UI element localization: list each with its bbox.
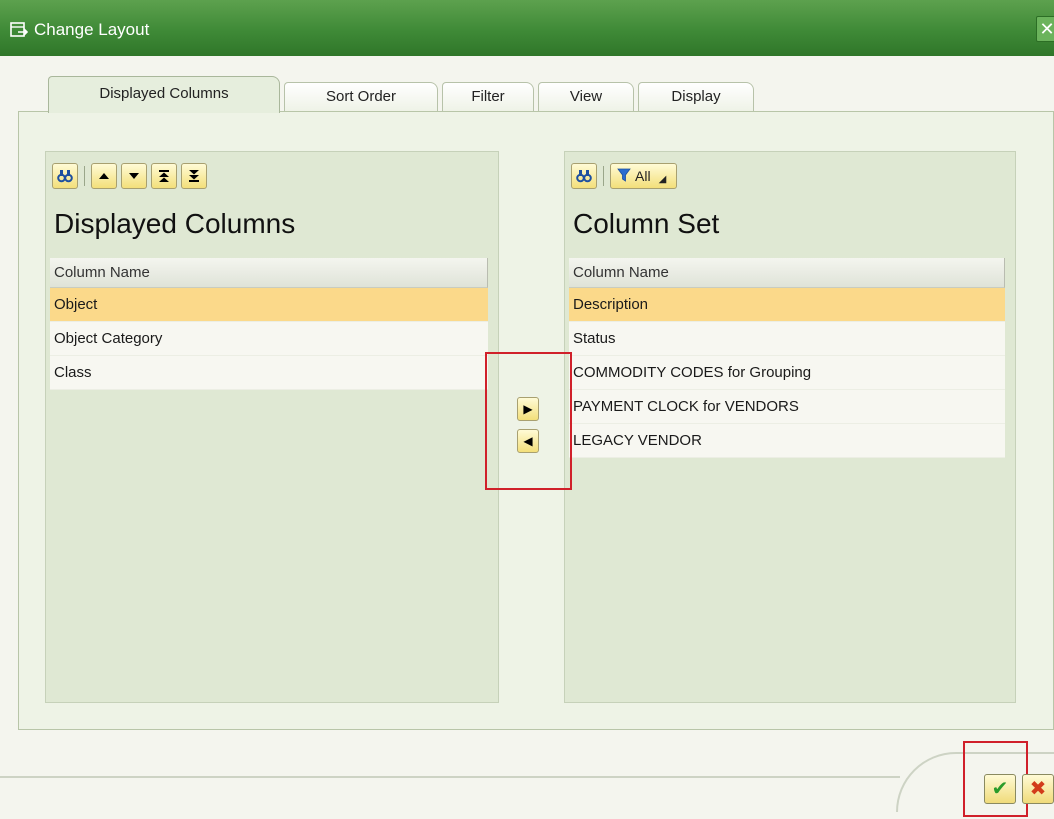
move-top-icon[interactable] — [151, 163, 177, 189]
column-name-header[interactable]: Column Name — [50, 258, 488, 288]
footer-divider — [0, 776, 900, 778]
title-bar: Change Layout ✕ — [0, 0, 1054, 56]
column-set-pane: All ◢ Column Set Column Name Description… — [564, 151, 1016, 703]
change-layout-icon — [10, 22, 29, 38]
list-item-description[interactable]: Description — [569, 288, 1005, 322]
right-toolbar: All ◢ — [571, 162, 678, 190]
tab-displayed-columns[interactable]: Displayed Columns — [48, 76, 280, 113]
toolbar-separator — [603, 166, 604, 186]
move-buttons-highlight — [485, 352, 572, 490]
list-item-payment-clock[interactable]: PAYMENT CLOCK for VENDORS — [569, 390, 1005, 424]
column-name-header[interactable]: Column Name — [569, 258, 1005, 288]
window-title: Change Layout — [34, 20, 150, 39]
tab-display[interactable]: Display — [638, 82, 754, 112]
remove-column-button[interactable]: ◀ — [517, 429, 539, 453]
filter-dropdown-button[interactable]: All ◢ — [610, 163, 678, 189]
displayed-columns-grid: Column Name Object Object Category Class — [50, 258, 488, 390]
column-set-grid: Column Name Description Status COMMODITY… — [569, 258, 1005, 458]
find-icon[interactable] — [571, 163, 597, 189]
list-item-status[interactable]: Status — [569, 322, 1005, 356]
move-up-icon[interactable] — [91, 163, 117, 189]
list-item-commodity-codes[interactable]: COMMODITY CODES for Grouping — [569, 356, 1005, 390]
add-column-button[interactable]: ▶ — [517, 397, 539, 421]
tab-filter[interactable]: Filter — [442, 82, 534, 112]
ok-button[interactable]: ✔ — [984, 774, 1016, 804]
tab-view[interactable]: View — [538, 82, 634, 112]
list-item-object-category[interactable]: Object Category — [50, 322, 488, 356]
cancel-button[interactable]: ✖ — [1022, 774, 1054, 804]
move-down-icon[interactable] — [121, 163, 147, 189]
column-set-title: Column Set — [573, 208, 720, 239]
list-item-legacy-vendor[interactable]: LEGACY VENDOR — [569, 424, 1005, 458]
list-item-object[interactable]: Object — [50, 288, 488, 322]
dropdown-arrow-icon: ◢ — [658, 173, 667, 185]
move-bottom-icon[interactable] — [181, 163, 207, 189]
tab-strip: Displayed Columns Sort Order Filter View… — [48, 76, 808, 113]
find-icon[interactable] — [52, 163, 78, 189]
left-toolbar — [52, 162, 207, 190]
list-item-class[interactable]: Class — [50, 356, 488, 390]
toolbar-separator — [84, 166, 85, 186]
close-icon[interactable]: ✕ — [1036, 16, 1054, 42]
filter-label: All — [635, 168, 651, 184]
tab-sort-order[interactable]: Sort Order — [284, 82, 438, 112]
displayed-columns-title: Displayed Columns — [54, 208, 296, 239]
filter-icon — [617, 168, 631, 185]
displayed-columns-pane: Displayed Columns Column Name Object Obj… — [45, 151, 499, 703]
